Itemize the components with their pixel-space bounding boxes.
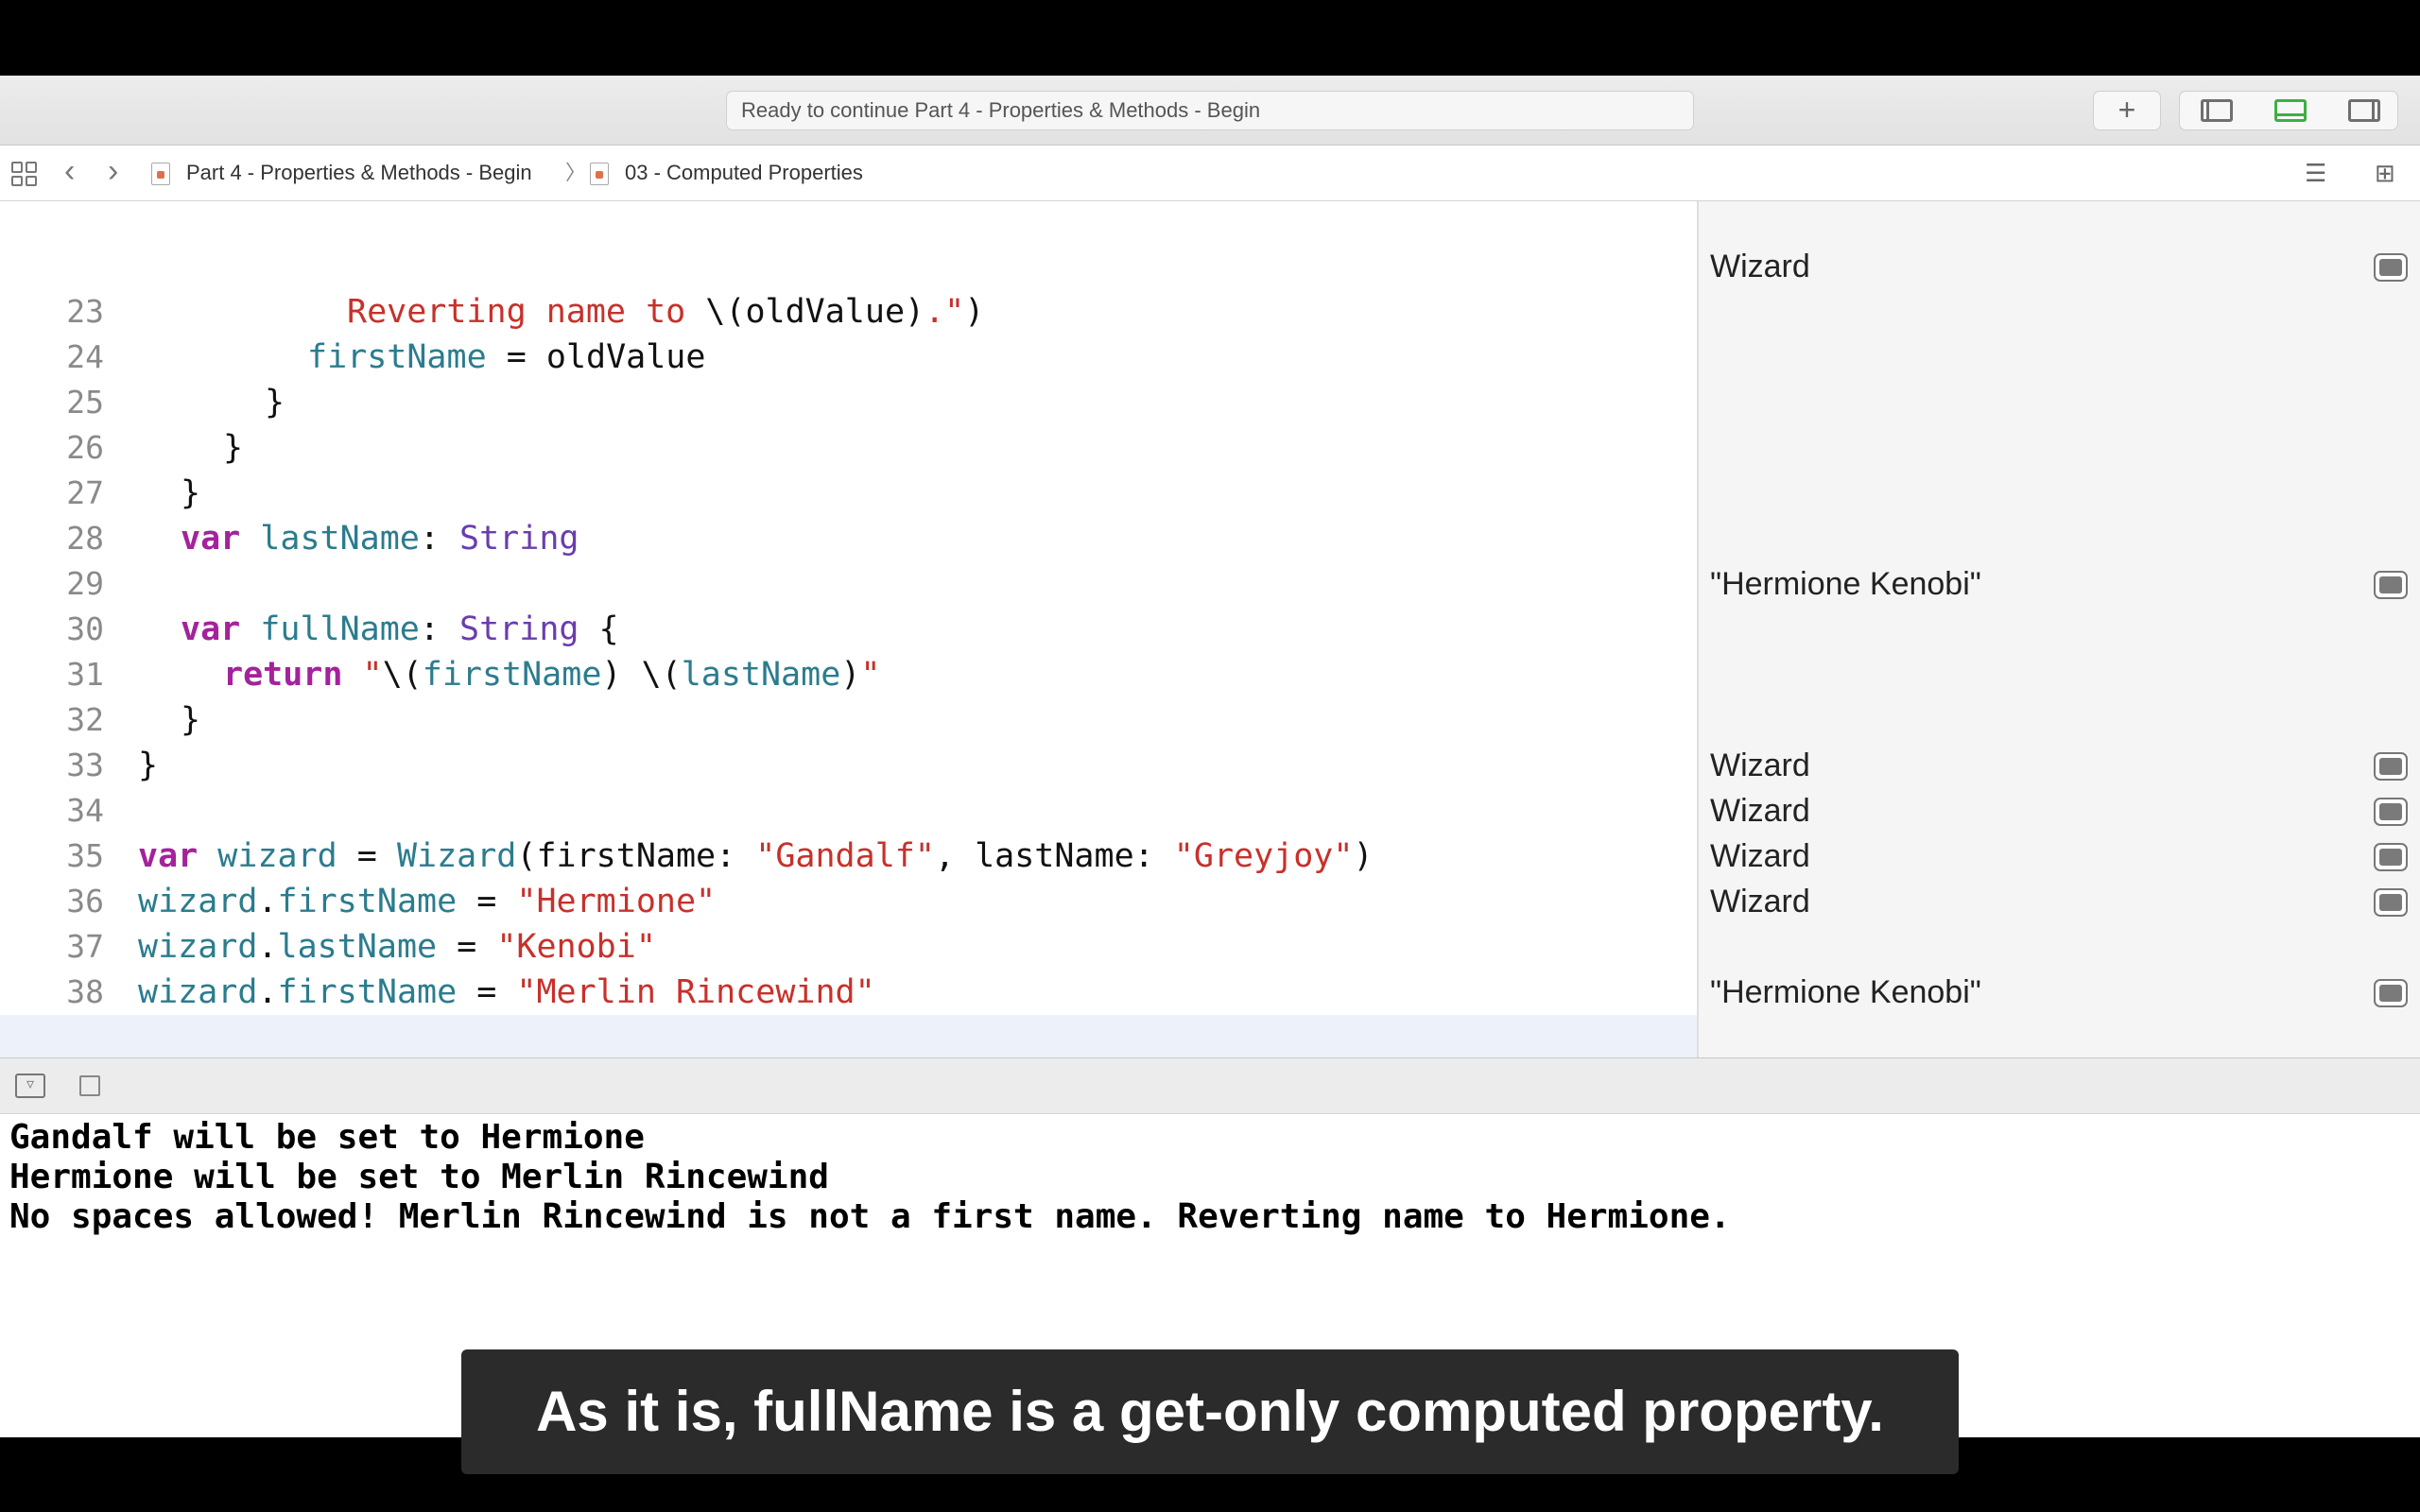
result-row: Wizard	[1699, 833, 2420, 879]
window-toolbar: Ready to continue Part 4 - Properties & …	[0, 76, 2420, 146]
code-line: 36 wizard.lastName = "Kenobi"	[0, 833, 1697, 966]
breadcrumb-separator: 〉	[565, 161, 587, 184]
console-line: Hermione will be set to Merlin Rincewind	[9, 1158, 829, 1196]
result-value: Wizard	[1710, 249, 1810, 284]
code-line: 29 var fullName: String {	[0, 516, 1697, 648]
code-line: 30 return "\(firstName) \(lastName)"	[0, 561, 1697, 694]
code-line: 24 }	[0, 289, 1697, 421]
breadcrumb-page[interactable]: 03 - Computed Properties	[625, 146, 863, 200]
code-line: 37 wizard.firstName = "Merlin Rincewind"	[0, 879, 1697, 1011]
quick-look-icon[interactable]	[2374, 843, 2408, 871]
quick-look-icon[interactable]	[2374, 979, 2408, 1007]
forward-arrow-icon[interactable]: ›	[108, 144, 118, 198]
console-line: Gandalf will be set to Hermione	[9, 1118, 645, 1157]
add-editor-icon[interactable]: ⊞	[2375, 159, 2405, 187]
result-row: "Hermione Kenobi"	[1699, 561, 2420, 607]
code-line: 32 }	[0, 652, 1697, 784]
result-row: "Hermione Kenobi"	[1699, 970, 2420, 1015]
result-row: Wizard	[1699, 879, 2420, 924]
results-sidebar: Wizard "Hermione Kenobi" Wizard Wizard W…	[1697, 201, 2420, 1057]
current-code-line: 40	[0, 1015, 1697, 1057]
navigator-toggle-icon[interactable]	[2201, 99, 2233, 122]
editor-options-icon[interactable]: ☰	[2305, 159, 2335, 187]
quick-look-icon[interactable]	[2374, 752, 2408, 781]
code-line: 26 }	[0, 380, 1697, 512]
letterbox-top	[0, 0, 2420, 76]
quick-look-icon[interactable]	[2374, 798, 2408, 826]
run-toggle-icon[interactable]	[79, 1075, 100, 1096]
console-line: No spaces allowed! Merlin Rincewind is n…	[9, 1197, 1731, 1236]
panel-toggle-group	[2179, 91, 2398, 130]
code-line: 23 firstName = oldValue	[0, 244, 1697, 376]
code-line: 34 var wizard = Wizard(firstName: "Ganda…	[0, 743, 1697, 875]
quick-look-icon[interactable]	[2374, 888, 2408, 917]
breadcrumb-playground[interactable]: Part 4 - Properties & Methods - Begin	[186, 146, 532, 200]
code-line: 33	[0, 697, 1697, 783]
add-button[interactable]: +	[2093, 91, 2161, 130]
code-line: Reverting name to \(oldValue).")	[0, 201, 1697, 331]
hide-debug-icon[interactable]: ▿	[15, 1074, 45, 1098]
jump-bar: ‹ › Part 4 - Properties & Methods - Begi…	[0, 146, 2420, 201]
result-value: Wizard	[1710, 838, 1810, 874]
code-line: 39 wizard.fullName	[0, 970, 1697, 1056]
video-caption: As it is, fullName is a get-only compute…	[461, 1349, 1959, 1474]
code-line: 38	[0, 924, 1697, 1010]
result-value: Wizard	[1710, 884, 1810, 919]
code-line: 27 var lastName: String	[0, 425, 1697, 558]
result-value: "Hermione Kenobi"	[1710, 566, 1981, 602]
result-row: Wizard	[1699, 788, 2420, 833]
code-line: 28	[0, 471, 1697, 557]
result-row: Wizard	[1699, 743, 2420, 788]
result-value: "Hermione Kenobi"	[1710, 974, 1981, 1010]
activity-status: Ready to continue Part 4 - Properties & …	[726, 91, 1694, 130]
quick-look-icon[interactable]	[2374, 571, 2408, 599]
code-line: 25 }	[0, 335, 1697, 467]
code-editor[interactable]: Reverting name to \(oldValue).") 23 firs…	[0, 201, 1697, 1057]
swift-file-icon	[151, 163, 170, 185]
inspector-toggle-icon[interactable]	[2348, 99, 2380, 122]
result-value: Wizard	[1710, 793, 1810, 829]
debug-bar: ▿	[0, 1057, 2420, 1114]
back-arrow-icon[interactable]: ‹	[64, 144, 75, 198]
swift-file-icon	[590, 163, 609, 185]
code-line: 31 }	[0, 607, 1697, 739]
result-value: Wizard	[1710, 747, 1810, 783]
grid-icon[interactable]	[11, 162, 38, 186]
result-row: Wizard	[1699, 244, 2420, 289]
code-line: 35 wizard.firstName = "Hermione"	[0, 788, 1697, 920]
quick-look-icon[interactable]	[2374, 253, 2408, 282]
debug-area-toggle-icon[interactable]	[2274, 99, 2307, 122]
